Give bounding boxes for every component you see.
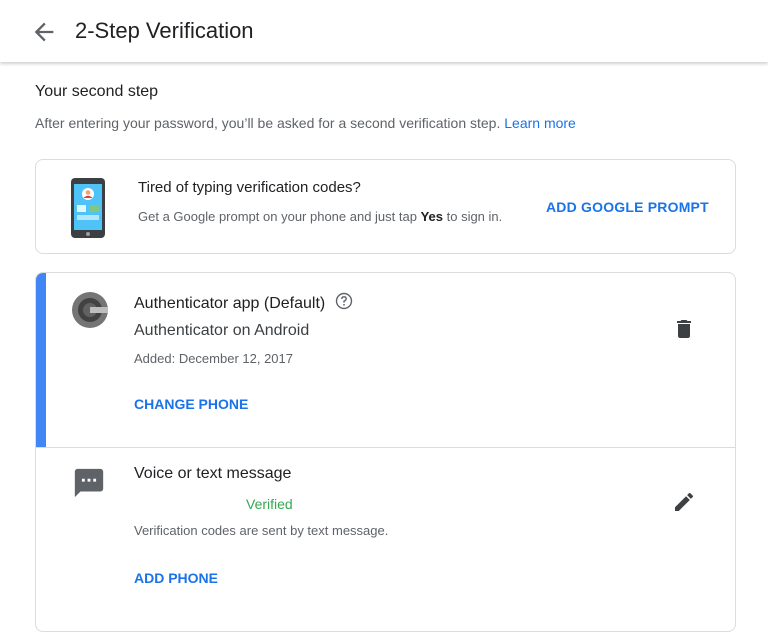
section-description: After entering your password, you’ll be … [35,115,576,131]
learn-more-link[interactable]: Learn more [504,115,576,131]
default-method-indicator [36,273,46,447]
phone-illustration-icon [70,177,106,244]
sms-title: Voice or text message [134,465,292,482]
verification-methods-card: Authenticator app (Default) Authenticato… [35,272,736,632]
app-header: 2-Step Verification [0,0,768,62]
section-title: Your second step [35,83,159,100]
add-google-prompt-button[interactable]: ADD GOOGLE PROMPT [546,199,709,215]
authenticator-title: Authenticator app (Default) [134,294,326,312]
authenticator-title-row: Authenticator app (Default) [134,292,353,315]
change-phone-button[interactable]: CHANGE PHONE [134,396,248,412]
sms-description: Verification codes are sent by text mess… [134,523,389,538]
authenticator-device: Authenticator on Android [134,322,310,339]
pencil-icon[interactable] [672,490,696,519]
section-description-text: After entering your password, you’ll be … [35,115,501,131]
promo-description: Get a Google prompt on your phone and ju… [138,209,502,224]
promo-desc-end: to sign in. [443,209,503,224]
authenticator-added-date: Added: December 12, 2017 [134,351,293,366]
trash-icon[interactable] [672,317,696,346]
verified-status: Verified [246,496,293,512]
promo-desc-start: Get a Google prompt on your phone and ju… [138,209,421,224]
promo-desc-yes: Yes [420,209,443,224]
help-circle-icon[interactable] [335,292,353,315]
page-title: 2-Step Verification [75,18,254,43]
back-arrow-icon[interactable] [30,18,58,46]
authenticator-icon [71,291,109,334]
message-icon [72,466,106,505]
add-phone-button[interactable]: ADD PHONE [134,570,218,586]
promo-title: Tired of typing verification codes? [138,179,361,196]
methods-divider [36,447,735,448]
google-prompt-card: Tired of typing verification codes? Get … [35,159,736,254]
